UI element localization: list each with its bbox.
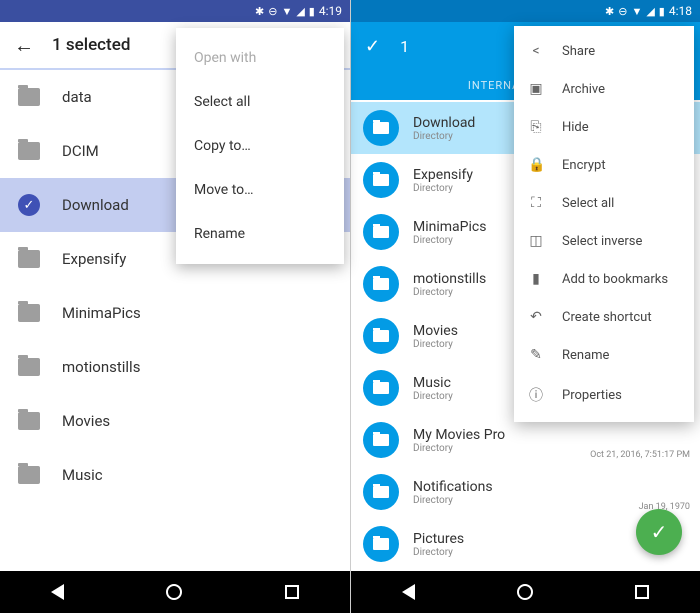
phone-left: ✱ ⊖ ▼ ◢ ▮ 4:19 ← 1 selected data DCIM ✓ Dow… bbox=[0, 0, 350, 613]
menu-item[interactable]: Rename bbox=[176, 212, 344, 256]
folder-icon bbox=[18, 466, 40, 484]
status-bar: ✱ ⊖ ▼ ◢ ▮ 4:18 bbox=[351, 0, 700, 22]
folder-circle-icon bbox=[363, 474, 399, 510]
item-label: motionstills bbox=[62, 358, 140, 376]
menu-item[interactable]: Select all bbox=[176, 80, 344, 124]
list-item[interactable]: Movies bbox=[0, 394, 350, 448]
list-item[interactable]: motionstills bbox=[0, 340, 350, 394]
battery-icon: ▮ bbox=[309, 5, 315, 18]
folder-circle-icon bbox=[363, 526, 399, 562]
item-label: Movies bbox=[62, 412, 110, 430]
share-icon: < bbox=[528, 43, 544, 59]
list-item[interactable]: Music bbox=[0, 448, 350, 502]
menu-item-label: Add to bookmarks bbox=[562, 272, 668, 287]
folder-icon bbox=[18, 88, 40, 106]
nav-recent-icon[interactable] bbox=[285, 585, 299, 599]
menu-item-label: Archive bbox=[562, 82, 605, 97]
menu-item[interactable]: ▮ Add to bookmarks bbox=[514, 260, 694, 298]
list-item[interactable]: NotificationsDirectoryJan 19, 1970 bbox=[351, 466, 700, 518]
status-time: 4:18 bbox=[669, 4, 692, 18]
dnd-icon: ⊖ bbox=[268, 5, 277, 18]
menu-item[interactable]: Copy to… bbox=[176, 124, 344, 168]
toolbar-title: 1 selected bbox=[52, 35, 130, 55]
menu-item-label: Hide bbox=[562, 120, 589, 135]
item-label: My Movies Pro bbox=[413, 427, 688, 443]
dnd-icon: ⊖ bbox=[618, 5, 627, 18]
folder-circle-icon bbox=[363, 110, 399, 146]
menu-item[interactable]: ⓘ Properties bbox=[514, 374, 694, 416]
bluetooth-icon: ✱ bbox=[255, 5, 264, 18]
item-label: DCIM bbox=[62, 142, 99, 160]
folder-circle-icon bbox=[363, 266, 399, 302]
menu-item-label: Encrypt bbox=[562, 158, 606, 173]
folder-circle-icon bbox=[363, 422, 399, 458]
menu-item[interactable]: ↶ Create shortcut bbox=[514, 298, 694, 336]
wifi-icon: ▼ bbox=[281, 5, 292, 18]
nav-back-icon[interactable] bbox=[51, 584, 64, 600]
check-icon[interactable]: ✓ bbox=[365, 36, 380, 57]
menu-item[interactable]: ✎ Rename bbox=[514, 336, 694, 374]
item-label: Expensify bbox=[62, 250, 126, 268]
status-bar: ✱ ⊖ ▼ ◢ ▮ 4:19 bbox=[0, 0, 350, 22]
folder-circle-icon bbox=[363, 214, 399, 250]
back-icon[interactable]: ← bbox=[14, 33, 34, 58]
folder-circle-icon bbox=[363, 370, 399, 406]
select-inverse-icon: ◫ bbox=[528, 233, 544, 249]
nav-bar bbox=[0, 571, 350, 613]
menu-item[interactable]: < Share bbox=[514, 32, 694, 70]
properties-icon: ⓘ bbox=[528, 385, 544, 405]
folder-icon bbox=[18, 412, 40, 430]
nav-bar bbox=[351, 571, 700, 613]
fab-confirm[interactable]: ✓ bbox=[636, 509, 682, 555]
selected-count: 1 bbox=[400, 37, 409, 56]
menu-item: Open with bbox=[176, 36, 344, 80]
menu-item-label: Share bbox=[562, 44, 595, 59]
check-circle-icon: ✓ bbox=[18, 194, 40, 216]
menu-item[interactable]: ◫ Select inverse bbox=[514, 222, 694, 260]
menu-item-label: Create shortcut bbox=[562, 310, 652, 325]
nav-home-icon[interactable] bbox=[166, 584, 182, 600]
context-menu: < Share ▣ Archive ⎘ Hide 🔒 Encrypt ⛶ Select all ◫ S… bbox=[514, 26, 694, 422]
phone-right: ✱ ⊖ ▼ ◢ ▮ 4:18 ✓ 1 INTERNAL MEMORY Downl… bbox=[350, 0, 700, 613]
list-item[interactable]: MinimaPics bbox=[0, 286, 350, 340]
menu-item[interactable]: ⎘ Hide bbox=[514, 108, 694, 146]
lock-icon: 🔒 bbox=[528, 157, 544, 173]
folder-icon bbox=[18, 358, 40, 376]
folder-circle-icon bbox=[363, 162, 399, 198]
menu-item-label: Select inverse bbox=[562, 234, 642, 249]
menu-item[interactable]: Move to… bbox=[176, 168, 344, 212]
menu-item-label: Rename bbox=[562, 348, 609, 363]
menu-item-label: Properties bbox=[562, 388, 622, 403]
hide-icon: ⎘ bbox=[528, 119, 544, 135]
folder-icon bbox=[18, 250, 40, 268]
item-label: data bbox=[62, 88, 92, 106]
item-label: Download bbox=[62, 196, 129, 214]
shortcut-icon: ↶ bbox=[528, 309, 544, 325]
menu-item[interactable]: 🔒 Encrypt bbox=[514, 146, 694, 184]
folder-icon bbox=[18, 142, 40, 160]
item-label: MinimaPics bbox=[62, 304, 141, 322]
wifi-icon: ▼ bbox=[631, 5, 642, 18]
select-all-icon: ⛶ bbox=[528, 195, 544, 211]
nav-home-icon[interactable] bbox=[517, 584, 533, 600]
archive-icon: ▣ bbox=[528, 81, 544, 97]
signal-icon: ◢ bbox=[646, 5, 654, 18]
bookmark-icon: ▮ bbox=[528, 271, 544, 287]
item-label: Music bbox=[62, 466, 103, 484]
menu-item[interactable]: ⛶ Select all bbox=[514, 184, 694, 222]
signal-icon: ◢ bbox=[296, 5, 304, 18]
rename-icon: ✎ bbox=[528, 347, 544, 363]
folder-circle-icon bbox=[363, 318, 399, 354]
nav-back-icon[interactable] bbox=[402, 584, 415, 600]
nav-recent-icon[interactable] bbox=[635, 585, 649, 599]
status-time: 4:19 bbox=[319, 4, 342, 18]
context-menu: Open withSelect allCopy to…Move to…Renam… bbox=[176, 28, 344, 264]
battery-icon: ▮ bbox=[659, 5, 665, 18]
item-date: Oct 21, 2016, 7:51:17 PM bbox=[590, 450, 690, 460]
menu-item-label: Select all bbox=[562, 196, 614, 211]
bluetooth-icon: ✱ bbox=[605, 5, 614, 18]
item-label: Notifications bbox=[413, 479, 688, 495]
menu-item[interactable]: ▣ Archive bbox=[514, 70, 694, 108]
folder-icon bbox=[18, 304, 40, 322]
